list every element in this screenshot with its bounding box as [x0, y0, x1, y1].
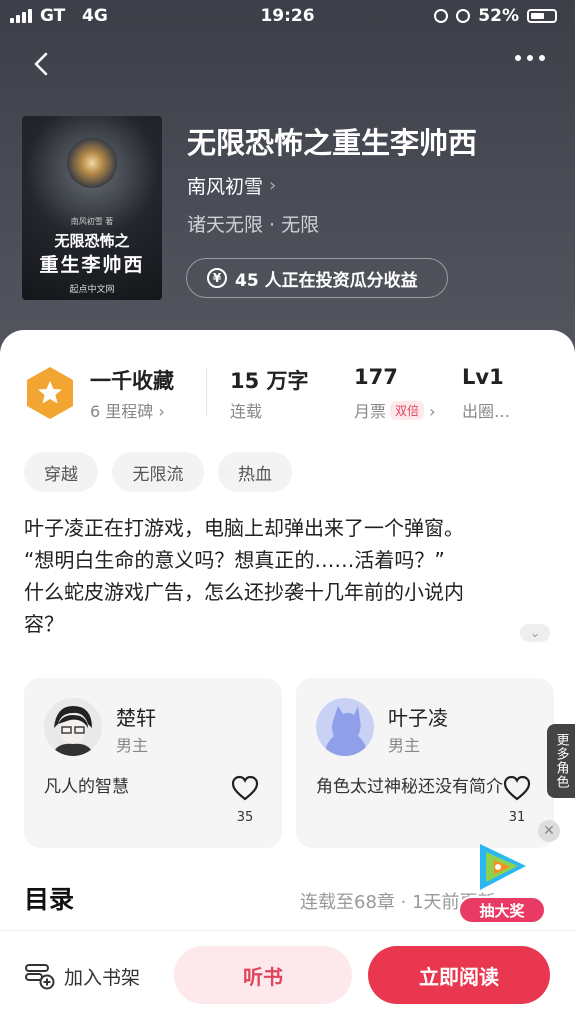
battery-icon	[527, 9, 557, 23]
book-genre: 诸天无限 · 无限	[187, 214, 320, 236]
listen-button[interactable]: 听书	[174, 946, 352, 1004]
tag-chip[interactable]: 无限流	[112, 452, 204, 492]
expand-chevron-icon[interactable]: ⌄	[520, 624, 550, 642]
cover-author: 南风初雪 著	[70, 217, 114, 226]
invest-button[interactable]: ¥ 45 人正在投资瓜分收益	[186, 258, 448, 298]
lottery-label: 抽大奖	[458, 896, 546, 924]
book-title: 无限恐怖之重生李帅西	[187, 126, 478, 160]
monthly-ticket-link[interactable]: 月票 双倍 ›	[354, 398, 436, 422]
like-count: 35	[236, 810, 254, 825]
description-line: 什么蛇皮游戏广告，怎么还抄袭十几年前的小说内	[24, 580, 464, 604]
character-name: 楚轩	[116, 706, 156, 730]
cover-eye-art	[67, 138, 117, 188]
chevron-right-icon: ›	[158, 402, 165, 421]
tag-chip[interactable]: 热血	[218, 452, 292, 492]
lottery-float[interactable]: 抽大奖	[458, 838, 550, 926]
invest-label: 45 人正在投资瓜分收益	[235, 270, 418, 291]
book-description[interactable]: 叶子凌正在打游戏，电脑上却弹出来了一个弹窗。 “想明白生命的意义吗？想真正的………	[24, 512, 549, 640]
bookshelf-plus-icon	[25, 964, 55, 990]
read-now-button[interactable]: 立即阅读	[368, 946, 550, 1004]
cover-title-line2: 重生李帅西	[39, 254, 145, 276]
heart-icon[interactable]	[502, 774, 532, 802]
more-characters-tab[interactable]: 更多角色	[547, 724, 575, 798]
double-badge: 双倍	[390, 401, 425, 420]
description-line: “想明白生命的意义吗？想真正的……活着吗？”	[24, 548, 445, 572]
milestone-badge-icon	[27, 367, 73, 419]
monthly-ticket-count: 177	[354, 365, 398, 389]
character-avatar	[44, 698, 102, 756]
character-desc: 凡人的智慧	[44, 777, 129, 797]
milestone-link[interactable]: 6 里程碑 ›	[90, 398, 165, 422]
word-count: 15 万字	[230, 369, 309, 393]
character-card[interactable]: 楚轩 男主 凡人的智慧 35	[24, 678, 282, 848]
add-to-shelf-button[interactable]: 加入书架	[24, 962, 140, 990]
level-value: Lv1	[462, 365, 504, 389]
character-role: 男主	[388, 736, 421, 755]
author-link[interactable]: 南风初雪 ›	[187, 172, 276, 199]
serial-status: 连载	[230, 402, 263, 421]
description-line: 容？	[24, 612, 64, 636]
stats-divider	[206, 368, 207, 416]
description-line: 叶子凌正在打游戏，电脑上却弹出来了一个弹窗。	[24, 516, 464, 540]
like-count: 31	[508, 810, 526, 825]
yen-icon: ¥	[207, 268, 227, 288]
rotation-lock-icon	[434, 9, 449, 23]
toc-title: 目录	[24, 885, 75, 914]
author-name: 南风初雪	[187, 176, 264, 198]
character-card[interactable]: 叶子凌 男主 角色太过神秘还没有简介 31	[296, 678, 554, 848]
more-options-icon[interactable]	[515, 55, 545, 61]
tag-chip[interactable]: 穿越	[24, 452, 98, 492]
back-arrow-icon[interactable]	[28, 50, 56, 78]
alarm-icon	[456, 9, 471, 23]
video-app-logo-icon	[480, 844, 526, 890]
battery-percent: 52%	[478, 6, 519, 26]
cover-title-line1: 无限恐怖之	[54, 232, 130, 250]
add-to-shelf-label: 加入书架	[64, 966, 141, 989]
character-name: 叶子凌	[388, 706, 448, 730]
book-cover[interactable]: 南风初雪 著 无限恐怖之 重生李帅西 起点中文网	[22, 116, 162, 300]
character-avatar	[316, 698, 374, 756]
level-link[interactable]: 出圈…	[462, 398, 510, 422]
chevron-right-icon: ›	[269, 175, 277, 196]
collect-count: 一千收藏	[90, 369, 174, 393]
chevron-right-icon: ›	[429, 402, 436, 421]
heart-icon[interactable]	[230, 774, 260, 802]
cover-publisher: 起点中文网	[69, 285, 115, 295]
status-bar: GT 4G 19:26 52%	[0, 0, 575, 34]
character-role: 男主	[116, 736, 149, 755]
character-desc: 角色太过神秘还没有简介	[316, 777, 503, 797]
